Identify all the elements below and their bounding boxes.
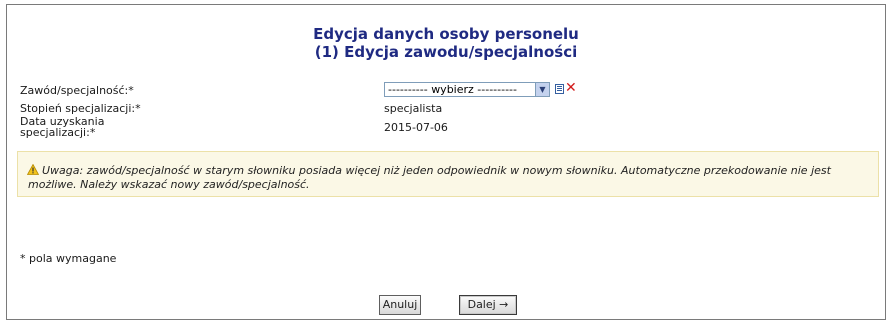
date-value: 2015-07-06	[384, 121, 448, 134]
page-title-line2: (1) Edycja zawodu/specjalności	[314, 43, 578, 61]
page-title-line1: Edycja danych osoby personelu	[313, 25, 579, 43]
warning-text: Uwaga: zawód/specjalność w starym słowni…	[28, 164, 831, 191]
form-panel: Edycja danych osoby personelu (1) Edycja…	[6, 4, 886, 320]
warning-box: Uwaga: zawód/specjalność w starym słowni…	[17, 151, 879, 197]
next-button[interactable]: Dalej →	[459, 295, 517, 315]
required-fields-note: * pola wymagane	[20, 252, 117, 265]
degree-value: specjalista	[384, 102, 443, 115]
page-title: Edycja danych osoby personelu (1) Edycja…	[7, 25, 885, 61]
close-icon[interactable]: ✕	[565, 80, 577, 96]
date-label: Data uzyskania specjalizacji:*	[20, 116, 104, 138]
profession-select[interactable]: ---------- wybierz ---------- ▼	[384, 82, 550, 97]
profession-label: Zawód/specjalność:*	[20, 84, 134, 97]
degree-label: Stopień specjalizacji:*	[20, 102, 141, 115]
date-label-line2: specjalizacji:*	[20, 126, 96, 139]
profession-select-value: ---------- wybierz ----------	[388, 83, 517, 96]
cancel-button[interactable]: Anuluj	[379, 295, 421, 315]
chevron-down-icon[interactable]: ▼	[535, 83, 549, 96]
list-icon[interactable]	[555, 84, 564, 94]
